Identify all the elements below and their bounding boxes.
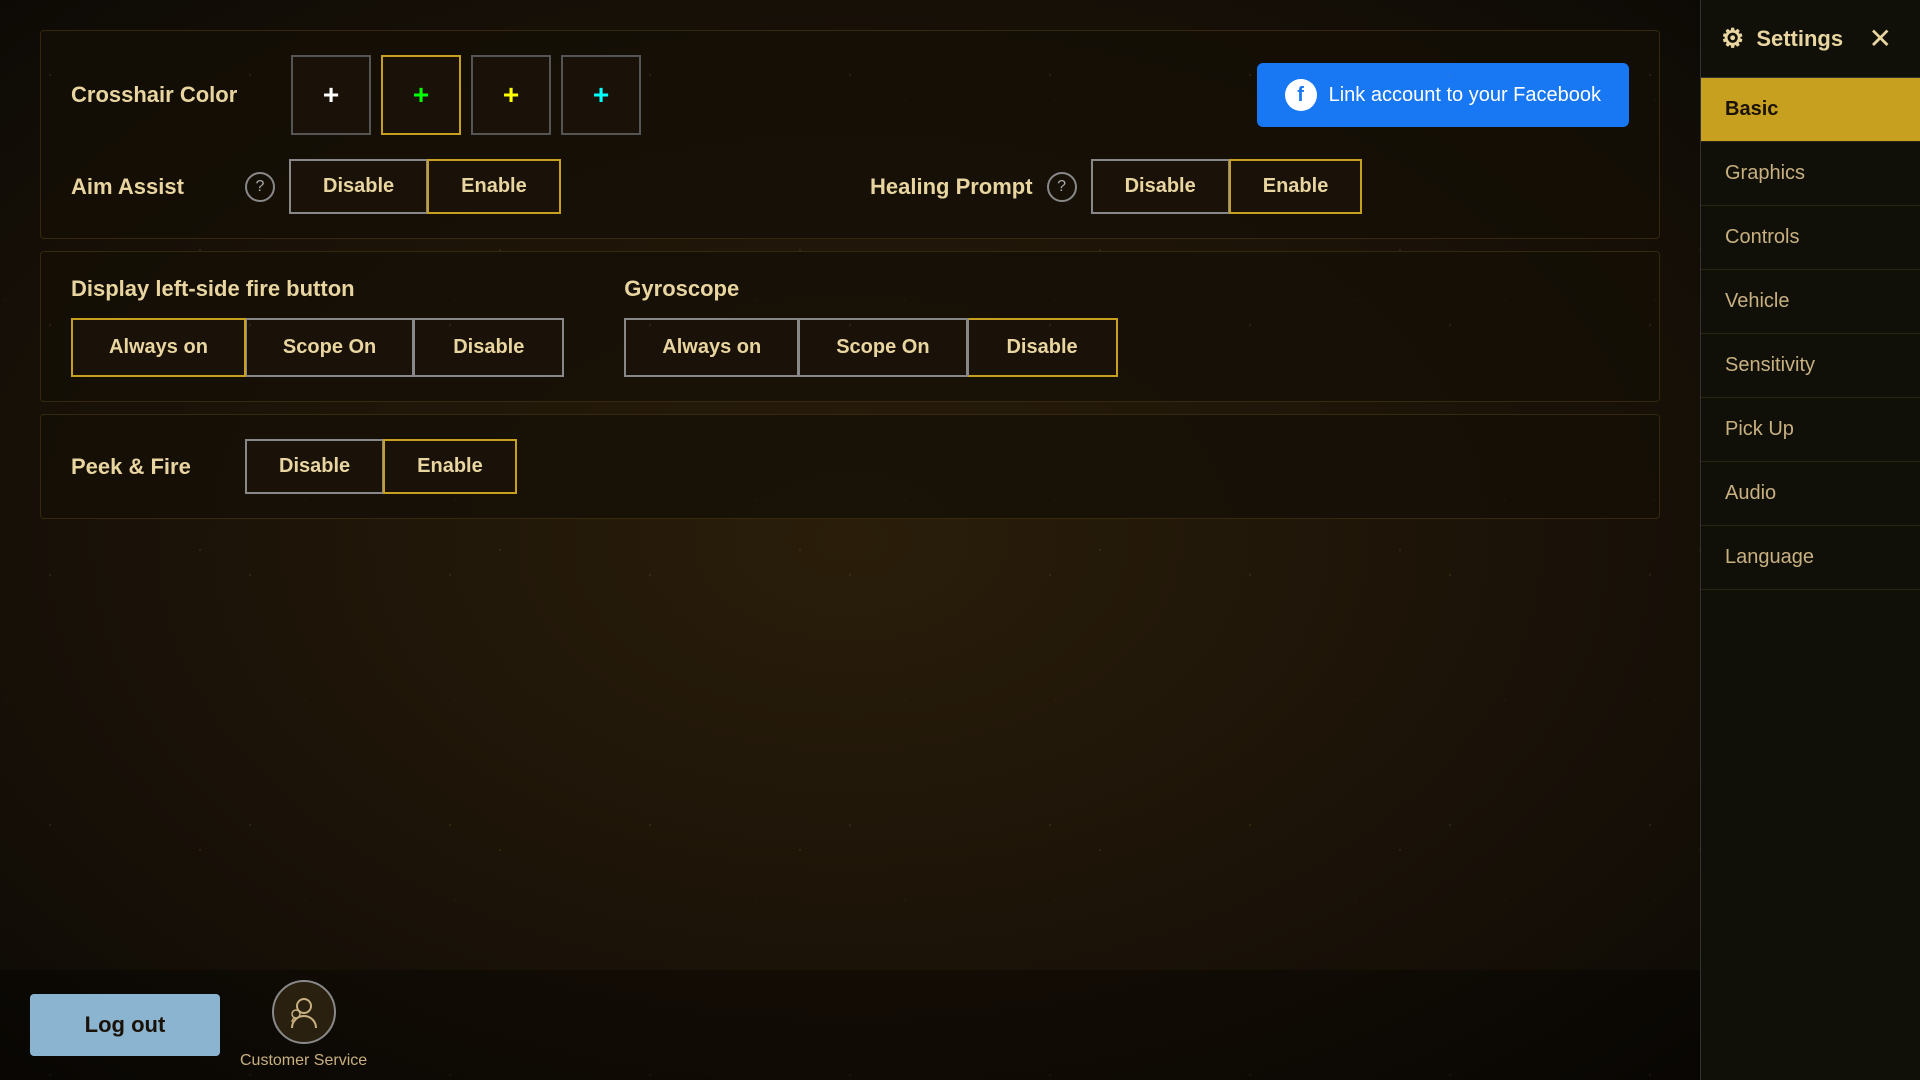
- healing-prompt-label: Healing Prompt: [870, 174, 1033, 200]
- aim-assist-row: Aim Assist ? Disable Enable: [71, 159, 830, 214]
- healing-prompt-help[interactable]: ?: [1047, 172, 1077, 202]
- crosshair-white[interactable]: +: [291, 55, 371, 135]
- healing-prompt-row: Healing Prompt ? Disable Enable: [870, 159, 1629, 214]
- aim-assist-help[interactable]: ?: [245, 172, 275, 202]
- crosshair-white-icon: +: [323, 79, 339, 111]
- crosshair-yellow-icon: +: [503, 79, 519, 111]
- fire-scope-on[interactable]: Scope On: [246, 318, 414, 377]
- sidebar-item-vehicle[interactable]: Vehicle: [1701, 270, 1920, 334]
- crosshair-options: + + + +: [291, 55, 641, 135]
- sidebar-item-basic[interactable]: Basic: [1701, 78, 1920, 142]
- peek-fire-enable[interactable]: Enable: [383, 439, 517, 494]
- fire-always-on[interactable]: Always on: [71, 318, 246, 377]
- aim-assist-disable[interactable]: Disable: [289, 159, 427, 214]
- crosshair-yellow[interactable]: +: [471, 55, 551, 135]
- aim-assist-enable[interactable]: Enable: [427, 159, 561, 214]
- sidebar: ⚙ Settings ✕ Basic Graphics Controls Veh…: [1700, 0, 1920, 1080]
- aim-assist-toggle: Disable Enable: [289, 159, 561, 214]
- gyroscope-label: Gyroscope: [624, 276, 1117, 302]
- gyroscope-toggle: Always on Scope On Disable: [624, 318, 1117, 377]
- bottom-bar: Log out Customer Service: [0, 970, 1700, 1080]
- healing-prompt-toggle: Disable Enable: [1091, 159, 1363, 214]
- facebook-icon: f: [1285, 79, 1317, 111]
- fire-button-label: Display left-side fire button: [71, 276, 564, 302]
- crosshair-section-card: Crosshair Color + + + + f Link account t…: [40, 30, 1660, 239]
- gear-icon: ⚙: [1721, 23, 1744, 54]
- customer-service-label: Customer Service: [240, 1052, 367, 1070]
- sidebar-header: ⚙ Settings ✕: [1701, 0, 1920, 78]
- gyro-always-on[interactable]: Always on: [624, 318, 799, 377]
- crosshair-green[interactable]: +: [381, 55, 461, 135]
- aim-healing-row: Aim Assist ? Disable Enable Healing Prom…: [71, 159, 1629, 214]
- crosshair-cyan[interactable]: +: [561, 55, 641, 135]
- sidebar-item-pickup[interactable]: Pick Up: [1701, 398, 1920, 462]
- logout-button[interactable]: Log out: [30, 994, 220, 1056]
- crosshair-green-icon: +: [413, 79, 429, 111]
- gyro-disable[interactable]: Disable: [968, 318, 1118, 377]
- settings-title: ⚙ Settings: [1721, 23, 1843, 54]
- facebook-link-button[interactable]: f Link account to your Facebook: [1257, 63, 1629, 127]
- gyro-scope-on[interactable]: Scope On: [799, 318, 967, 377]
- crosshair-cyan-icon: +: [593, 79, 609, 111]
- settings-title-label: Settings: [1756, 26, 1843, 52]
- peek-fire-label: Peek & Fire: [71, 454, 231, 480]
- main-content: Crosshair Color + + + + f Link account t…: [0, 0, 1700, 1080]
- sidebar-item-graphics[interactable]: Graphics: [1701, 142, 1920, 206]
- healing-prompt-disable[interactable]: Disable: [1091, 159, 1229, 214]
- peek-fire-disable[interactable]: Disable: [245, 439, 383, 494]
- peek-fire-toggle: Disable Enable: [245, 439, 517, 494]
- customer-service-icon: [272, 980, 336, 1044]
- fire-button-col: Display left-side fire button Always on …: [71, 276, 564, 377]
- fire-gyro-section-card: Display left-side fire button Always on …: [40, 251, 1660, 402]
- facebook-link-label: Link account to your Facebook: [1329, 84, 1601, 107]
- sidebar-item-audio[interactable]: Audio: [1701, 462, 1920, 526]
- close-button[interactable]: ✕: [1861, 18, 1900, 59]
- crosshair-row: Crosshair Color + + + + f Link account t…: [71, 55, 1629, 135]
- crosshair-label: Crosshair Color: [71, 82, 271, 108]
- fire-button-toggle: Always on Scope On Disable: [71, 318, 564, 377]
- healing-prompt-enable[interactable]: Enable: [1229, 159, 1363, 214]
- fire-gyro-row: Display left-side fire button Always on …: [71, 276, 1629, 377]
- sidebar-item-language[interactable]: Language: [1701, 526, 1920, 590]
- gyroscope-col: Gyroscope Always on Scope On Disable: [624, 276, 1117, 377]
- customer-service-button[interactable]: Customer Service: [240, 980, 367, 1070]
- peek-fire-section-card: Peek & Fire Disable Enable: [40, 414, 1660, 519]
- sidebar-item-controls[interactable]: Controls: [1701, 206, 1920, 270]
- aim-assist-label: Aim Assist: [71, 174, 231, 200]
- peek-fire-row: Peek & Fire Disable Enable: [71, 439, 1629, 494]
- fire-disable[interactable]: Disable: [414, 318, 564, 377]
- sidebar-item-sensitivity[interactable]: Sensitivity: [1701, 334, 1920, 398]
